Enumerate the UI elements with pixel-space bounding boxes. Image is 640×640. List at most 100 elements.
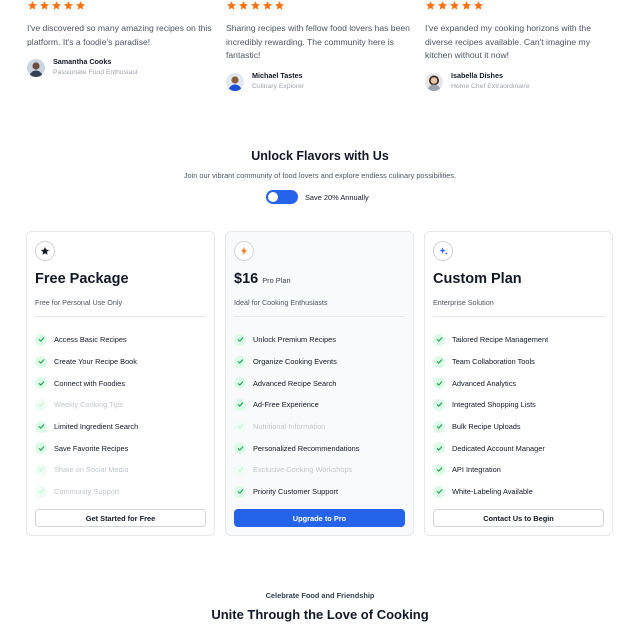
feature-label: Connect with Foodies: [54, 378, 126, 388]
feature-item: Community Support: [35, 481, 138, 503]
star-icon: [461, 0, 472, 11]
plan-name: Pro Plan: [262, 276, 291, 285]
feature-item: Team Collaboration Tools: [433, 351, 548, 373]
testimonial-author: Isabella Dishes Home Chef Extraordinaire: [425, 71, 530, 92]
divider: [35, 316, 206, 317]
check-icon: [234, 398, 246, 411]
feature-item: Advanced Analytics: [433, 372, 548, 394]
check-icon: [433, 377, 445, 390]
feature-label: Priority Customer Support: [253, 487, 339, 497]
divider: [234, 316, 405, 317]
feature-item: Exclusive Cooking Workshops: [234, 459, 359, 481]
testimonial-quote: I've discovered so many amazing recipes …: [27, 23, 212, 47]
feature-item: Personalized Recommendations: [234, 437, 359, 459]
feature-list: Tailored Recipe Management Team Collabora…: [433, 329, 548, 503]
plan-description: Ideal for Cooking Enthusiasts: [234, 298, 328, 307]
feature-item: Weekly Cooking Tips: [35, 394, 138, 416]
feature-label: Advanced Analytics: [452, 378, 517, 388]
feature-item: Save Favorite Recipes: [35, 437, 138, 459]
plan-card-pro: $16 Pro Plan Ideal for Cooking Enthusias…: [225, 231, 414, 536]
plan-name: Free Package: [35, 271, 129, 287]
plan-price: $16 Pro Plan: [234, 271, 291, 287]
feature-item: Connect with Foodies: [35, 372, 138, 394]
star-icon: [473, 0, 484, 11]
star-icon: [226, 0, 237, 11]
star-rating: [425, 0, 484, 11]
author-name: Samantha Cooks: [53, 57, 112, 66]
feature-label: Save Favorite Recipes: [54, 443, 129, 453]
star-icon: [35, 241, 55, 261]
testimonial-author: Samantha Cooks Passionate Food Enthusias…: [27, 57, 138, 78]
check-icon: [433, 398, 445, 411]
feature-item: Tailored Recipe Management: [433, 329, 548, 351]
avatar: [226, 72, 244, 91]
feature-item: Share on Social Media: [35, 459, 138, 481]
upgrade-to-pro-button[interactable]: Upgrade to Pro: [234, 509, 405, 527]
community-title: Unite Through the Love of Cooking: [211, 607, 429, 622]
plan-name: Custom Plan: [433, 271, 522, 287]
feature-item: Create Your Recipe Book: [35, 351, 138, 373]
check-icon: [35, 442, 47, 455]
avatar: [425, 72, 443, 91]
feature-label: Bulk Recipe Uploads: [452, 422, 521, 432]
feature-item: Priority Customer Support: [234, 481, 359, 503]
feature-label: Tailored Recipe Management: [452, 335, 549, 345]
check-icon: [35, 420, 47, 433]
star-icon: [449, 0, 460, 11]
check-icon: [433, 463, 445, 476]
star-icon: [63, 0, 74, 11]
check-icon: [433, 485, 445, 498]
author-role: Home Chef Extraordinaire: [451, 83, 530, 90]
star-rating: [27, 0, 86, 11]
star-icon: [437, 0, 448, 11]
pricing-subtitle: Join our vibrant community of food lover…: [183, 171, 457, 180]
avatar: [27, 58, 45, 77]
check-icon: [234, 355, 246, 368]
testimonial-author: Michael Tastes Culinary Explorer: [226, 71, 304, 92]
sparkle-icon: [433, 241, 453, 261]
star-icon: [39, 0, 50, 11]
star-icon: [75, 0, 86, 11]
get-started-button[interactable]: Get Started for Free: [35, 509, 206, 527]
plan-card-custom: Custom Plan Enterprise Solution Tailored…: [424, 231, 613, 536]
star-icon: [250, 0, 261, 11]
author-role: Culinary Explorer: [252, 83, 305, 90]
feature-item: Organize Cooking Events: [234, 351, 359, 373]
annual-billing-toggle[interactable]: [266, 190, 298, 204]
toggle-knob: [268, 192, 278, 202]
check-icon: [234, 420, 246, 433]
testimonials-section: I've discovered so many amazing recipes …: [0, 0, 640, 100]
star-icon: [27, 0, 38, 11]
testimonial-quote: Sharing recipes with fellow food lovers …: [226, 23, 410, 60]
feature-label: Exclusive Cooking Workshops: [253, 465, 353, 475]
feature-item: Ad-Free Experience: [234, 394, 359, 416]
feature-label: Limited Ingredient Search: [54, 422, 139, 432]
feature-list: Unlock Premium Recipes Organize Cooking E…: [234, 329, 359, 503]
feature-item: Unlock Premium Recipes: [234, 329, 359, 351]
check-icon: [234, 377, 246, 390]
star-icon: [51, 0, 62, 11]
check-icon: [433, 442, 445, 455]
contact-us-button[interactable]: Contact Us to Begin: [433, 509, 604, 527]
feature-list: Access Basic Recipes Create Your Recipe B…: [35, 329, 138, 503]
check-icon: [234, 333, 246, 346]
feature-item: Dedicated Account Manager: [433, 437, 548, 459]
star-icon: [274, 0, 285, 11]
feature-label: Advanced Recipe Search: [253, 378, 337, 388]
feature-label: Organize Cooking Events: [253, 357, 337, 367]
feature-label: White-Labeling Available: [452, 487, 533, 497]
feature-label: Team Collaboration Tools: [452, 357, 535, 367]
feature-label: Ad-Free Experience: [253, 400, 319, 410]
check-icon: [35, 398, 47, 411]
feature-item: Limited Ingredient Search: [35, 416, 138, 438]
check-icon: [35, 463, 47, 476]
feature-label: Nutritional Information: [253, 422, 326, 432]
feature-item: Bulk Recipe Uploads: [433, 416, 548, 438]
check-icon: [35, 355, 47, 368]
annual-billing-label: Save 20% Annually: [305, 192, 369, 202]
feature-label: API Integration: [452, 465, 501, 475]
feature-label: Create Your Recipe Book: [54, 357, 137, 367]
check-icon: [234, 442, 246, 455]
pricing-title: Unlock Flavors with Us: [251, 149, 389, 163]
author-name: Michael Tastes: [252, 71, 303, 80]
